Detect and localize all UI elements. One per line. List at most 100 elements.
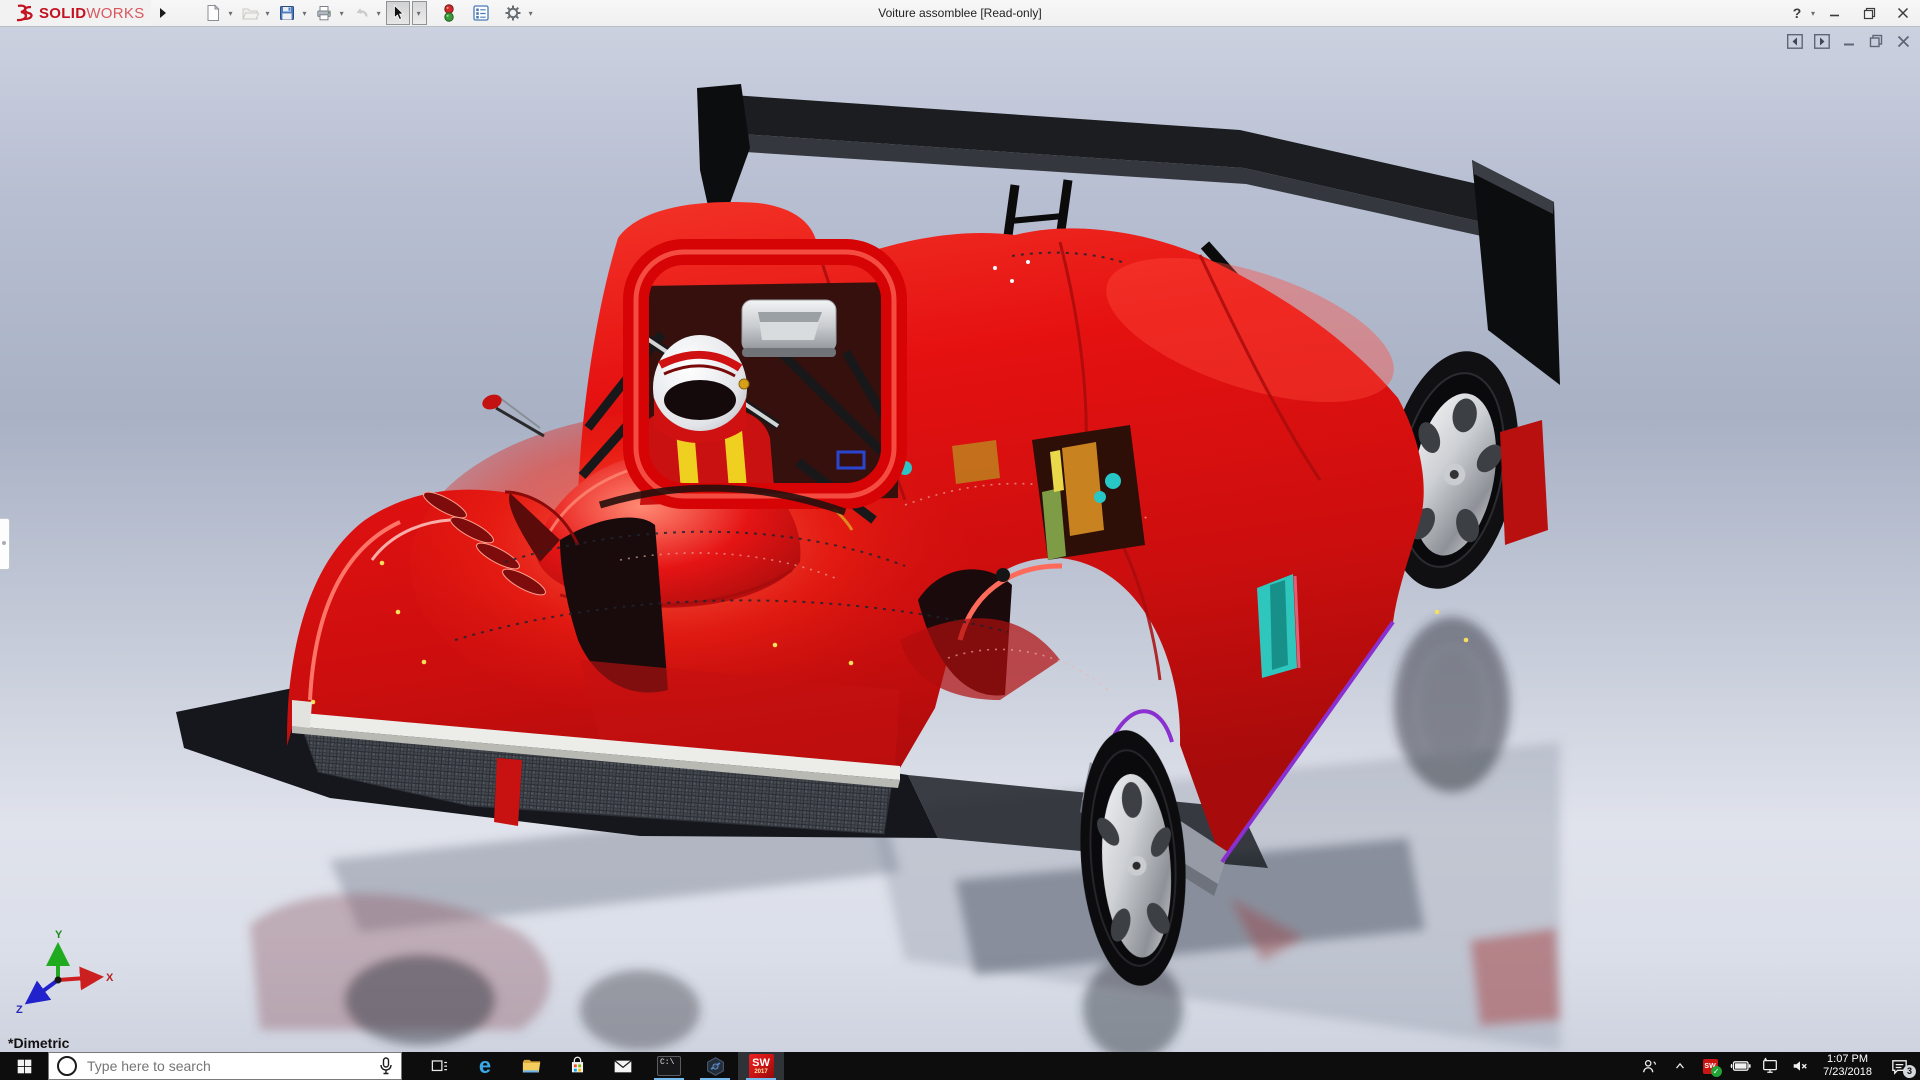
solidworks-app-button[interactable]: SW 2017 <box>738 1052 784 1080</box>
reference-triad[interactable]: Y X Z <box>8 928 120 1016</box>
z-axis-label: Z <box>16 1004 23 1016</box>
titlebar[interactable]: SOLIDWORKS ▾ ▾ <box>0 0 1920 27</box>
previous-window-icon <box>1787 34 1803 49</box>
minimize-button[interactable] <box>1818 1 1852 25</box>
view-orientation-label: *Dimetric <box>8 1035 69 1051</box>
store-icon <box>568 1056 587 1076</box>
mail-button[interactable] <box>600 1052 646 1080</box>
rebuild-button[interactable] <box>437 1 461 25</box>
cmd-label: C:\ <box>660 1058 674 1067</box>
previous-window-button[interactable] <box>1786 33 1804 49</box>
dropdown-arrow-icon[interactable]: ▾ <box>377 9 381 18</box>
save-floppy-icon <box>278 4 296 22</box>
dropdown-arrow-icon[interactable]: ▾ <box>266 9 270 18</box>
search-input[interactable] <box>85 1057 371 1075</box>
dropdown-arrow-icon[interactable]: ▾ <box>303 9 307 18</box>
x-axis-label: X <box>106 972 114 984</box>
edge-button[interactable]: e <box>462 1052 508 1080</box>
network-button[interactable] <box>1757 1052 1783 1080</box>
next-window-icon <box>1814 34 1830 49</box>
y-axis-label: Y <box>55 929 63 941</box>
brand-text: SOLIDWORKS <box>39 5 145 22</box>
clock-time: 1:07 PM <box>1827 1053 1868 1066</box>
taskbar-clock[interactable]: 1:07 PM 7/23/2018 <box>1817 1053 1878 1079</box>
file-explorer-button[interactable] <box>508 1052 554 1080</box>
show-hidden-icons-button[interactable] <box>1667 1052 1693 1080</box>
options-button[interactable] <box>501 1 525 25</box>
x-axis-arrow[interactable] <box>58 977 100 980</box>
dassault-logo-icon <box>10 3 36 23</box>
people-button[interactable] <box>1637 1052 1663 1080</box>
help-dropdown-arrow[interactable]: ▾ <box>1811 9 1815 18</box>
restore-button[interactable] <box>1852 1 1886 25</box>
brand-works: WORKS <box>86 5 144 22</box>
open-button[interactable] <box>238 1 262 25</box>
undo-button[interactable] <box>349 1 373 25</box>
sw-year-label: 2017 <box>754 1069 767 1075</box>
left-mirror <box>480 392 544 436</box>
hexagon-app-button[interactable] <box>692 1052 738 1080</box>
tab-grip-dot <box>2 541 6 545</box>
print-button[interactable] <box>312 1 336 25</box>
restore-icon <box>1863 7 1876 20</box>
undo-arrow-icon <box>352 4 370 22</box>
feature-manager-collapsed-tab[interactable] <box>0 518 10 570</box>
microphone-icon[interactable] <box>379 1057 393 1075</box>
solidworks-status-icon: SW ✓ <box>1703 1059 1718 1074</box>
select-cursor-icon <box>389 4 407 22</box>
doc-restore-button[interactable] <box>1867 33 1885 49</box>
dropdown-arrow-icon[interactable]: ▾ <box>229 9 233 18</box>
new-document-icon <box>204 4 222 22</box>
help-label: ? <box>1793 5 1802 21</box>
next-window-button[interactable] <box>1813 33 1831 49</box>
open-folder-icon <box>241 4 259 22</box>
volume-button[interactable] <box>1787 1052 1813 1080</box>
select-tool-button[interactable] <box>386 1 410 25</box>
command-prompt-button[interactable]: C:\ <box>646 1052 692 1080</box>
windows-taskbar: e <box>0 1052 1920 1080</box>
select-dropdown-button[interactable]: ▾ <box>412 1 427 25</box>
task-view-icon <box>430 1057 449 1076</box>
file-properties-button[interactable] <box>469 1 493 25</box>
action-center-button[interactable]: 3 <box>1882 1052 1916 1080</box>
doc-minimize-icon <box>1843 35 1856 48</box>
rear-view-mirror <box>742 300 836 357</box>
start-button[interactable] <box>0 1052 48 1080</box>
document-window-controls <box>1786 33 1912 49</box>
dropdown-arrow-icon[interactable]: ▾ <box>529 9 533 18</box>
side-duct <box>1257 574 1299 678</box>
save-button[interactable] <box>275 1 299 25</box>
doc-close-button[interactable] <box>1894 33 1912 49</box>
doc-close-icon <box>1897 35 1910 48</box>
solidworks-window: SOLIDWORKS ▾ ▾ <box>0 0 1920 1080</box>
system-tray: SW ✓ <box>1637 1052 1920 1080</box>
options-gear-icon <box>504 4 522 22</box>
new-document-button[interactable] <box>201 1 225 25</box>
z-axis-arrow[interactable] <box>28 980 58 1002</box>
battery-button[interactable] <box>1727 1052 1753 1080</box>
cortana-icon <box>57 1056 77 1076</box>
file-explorer-icon <box>521 1057 542 1076</box>
dropdown-arrow-icon[interactable]: ▾ <box>340 9 344 18</box>
solidworks-status-button[interactable]: SW ✓ <box>1697 1052 1723 1080</box>
window-controls: ? ▾ <box>1785 1 1920 25</box>
menu-flyout-arrow[interactable] <box>155 3 171 23</box>
mail-icon <box>613 1058 633 1075</box>
doc-minimize-button[interactable] <box>1840 33 1858 49</box>
help-button[interactable]: ? <box>1785 1 1809 25</box>
clock-date: 7/23/2018 <box>1823 1066 1872 1079</box>
properties-list-icon <box>472 4 490 22</box>
sw-label: SW <box>752 1058 770 1069</box>
traffic-light-icon <box>440 4 458 22</box>
chevron-up-icon <box>1673 1059 1687 1073</box>
car-3d-model[interactable] <box>0 26 1920 1052</box>
notification-badge: 3 <box>1903 1065 1916 1078</box>
task-view-button[interactable] <box>416 1052 462 1080</box>
store-button[interactable] <box>554 1052 600 1080</box>
close-button[interactable] <box>1886 1 1920 25</box>
taskbar-search[interactable] <box>48 1052 402 1080</box>
doc-restore-icon <box>1869 34 1883 48</box>
graphics-viewport[interactable]: Y X Z *Dimetric <box>0 26 1920 1052</box>
quick-access-toolbar: ▾ ▾ ▾ <box>201 1 536 25</box>
close-icon <box>1897 7 1909 19</box>
